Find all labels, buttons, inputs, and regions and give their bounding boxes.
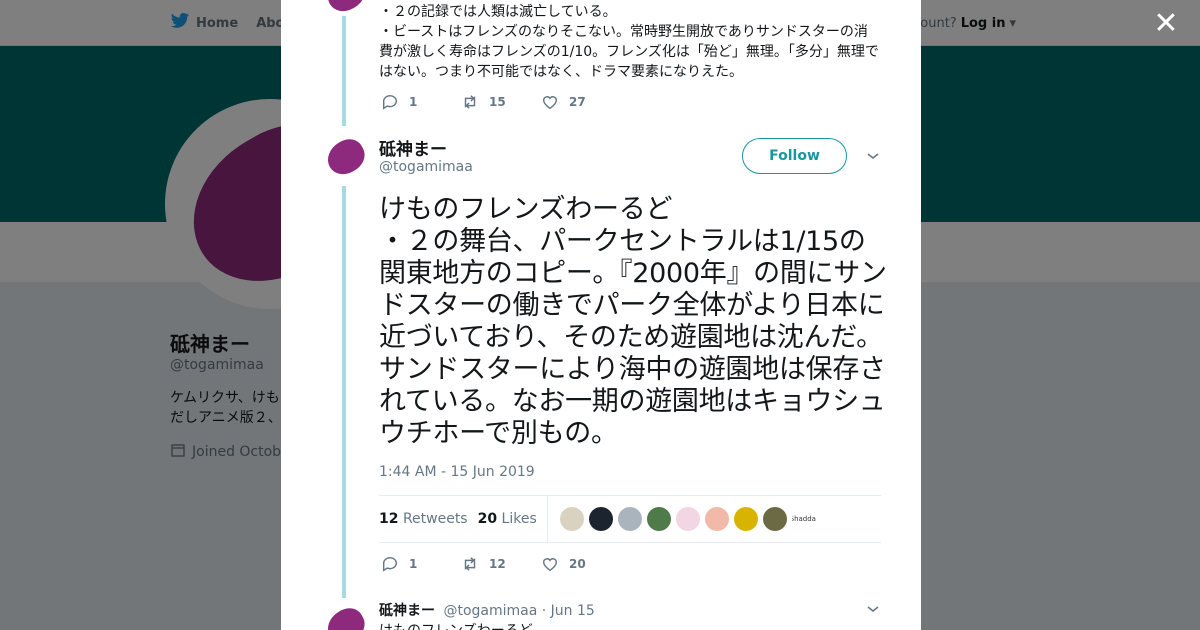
prev-tweet-actions: 1 15 27 xyxy=(381,93,621,111)
heart-icon xyxy=(542,558,558,572)
thread-line-main xyxy=(342,186,346,598)
retweet-count: 15 xyxy=(489,95,506,109)
like-stat-label: Likes xyxy=(501,511,537,527)
next-tweet-header: 砥神まー @togamimaa · Jun 15 xyxy=(379,600,595,620)
retweet-stat-count: 12 xyxy=(379,511,399,527)
avatar-image xyxy=(323,135,367,179)
like-button[interactable]: 20 xyxy=(541,555,621,573)
reply-icon xyxy=(382,557,397,572)
tweet-menu-button[interactable] xyxy=(865,148,881,164)
retweet-icon xyxy=(464,95,476,109)
tweet-stats: 12 Retweets 20 Likes Shaddai xyxy=(379,495,881,543)
tweet-timestamp[interactable]: 1:44 AM - 15 Jun 2019 xyxy=(379,464,535,480)
prev-tweet-avatar[interactable] xyxy=(323,0,367,16)
reply-count: 1 xyxy=(409,557,418,571)
likes-stat[interactable]: 20 Likes xyxy=(478,511,537,527)
tweet-modal: ・２の記録では人類は滅亡している。 ・ビーストはフレンズのなりそこない。常時野生… xyxy=(281,0,921,630)
avatar-image xyxy=(323,0,367,16)
avatar-image xyxy=(323,604,367,630)
reply-button[interactable]: 1 xyxy=(381,93,461,111)
prev-tweet-text: ・２の記録では人類は滅亡している。 ・ビーストはフレンズのなりそこない。常時野生… xyxy=(379,4,879,80)
liker-avatar[interactable] xyxy=(733,507,758,531)
next-tweet-author[interactable]: 砥神まー xyxy=(379,603,435,619)
author-name[interactable]: 砥神まー xyxy=(379,135,447,160)
thread-line-top xyxy=(342,14,346,126)
retweet-stat-label: Retweets xyxy=(402,511,468,527)
main-tweet-actions: 1 12 20 xyxy=(381,555,621,573)
heart-icon xyxy=(542,96,558,110)
like-count: 27 xyxy=(569,95,586,109)
liker-avatar[interactable] xyxy=(675,507,700,531)
liker-avatar[interactable] xyxy=(617,507,642,531)
next-tweet-date[interactable]: · Jun 15 xyxy=(542,603,595,619)
next-tweet-avatar[interactable] xyxy=(323,604,367,630)
liker-avatars: Shaddai xyxy=(559,507,816,531)
next-tweet-text: けものフレンズわーるど xyxy=(379,620,533,630)
reply-count: 1 xyxy=(409,95,418,109)
close-icon[interactable]: ✕ xyxy=(1152,9,1180,39)
liker-avatar[interactable] xyxy=(762,507,787,531)
chevron-down-icon xyxy=(867,153,879,160)
liker-avatar[interactable] xyxy=(559,507,584,531)
chevron-down-icon xyxy=(867,606,879,613)
like-stat-count: 20 xyxy=(477,511,498,527)
liker-avatar[interactable] xyxy=(704,507,729,531)
liker-avatar[interactable] xyxy=(646,507,671,531)
retweet-icon xyxy=(464,557,476,571)
liker-avatar[interactable]: Shaddai xyxy=(791,507,816,531)
next-tweet-handle[interactable]: @togamimaa xyxy=(443,603,537,619)
retweet-count: 12 xyxy=(489,557,506,571)
liker-avatar[interactable] xyxy=(588,507,613,531)
follow-button[interactable]: Follow xyxy=(742,138,847,174)
reply-button[interactable]: 1 xyxy=(381,555,461,573)
tweet-text: けものフレンズわーるど ・２の舞台、パークセントラルは1/15の関東地方のコピー… xyxy=(379,194,887,449)
like-count: 20 xyxy=(569,557,586,571)
retweet-button[interactable]: 15 xyxy=(461,93,541,111)
retweet-button[interactable]: 12 xyxy=(461,555,541,573)
retweets-stat[interactable]: 12 Retweets xyxy=(379,511,468,527)
author-handle[interactable]: @togamimaa xyxy=(379,159,473,175)
like-button[interactable]: 27 xyxy=(541,93,621,111)
next-tweet-menu-button[interactable] xyxy=(865,601,881,617)
stats-divider xyxy=(546,496,548,542)
reply-icon xyxy=(382,95,397,110)
main-tweet-avatar[interactable] xyxy=(323,135,367,179)
